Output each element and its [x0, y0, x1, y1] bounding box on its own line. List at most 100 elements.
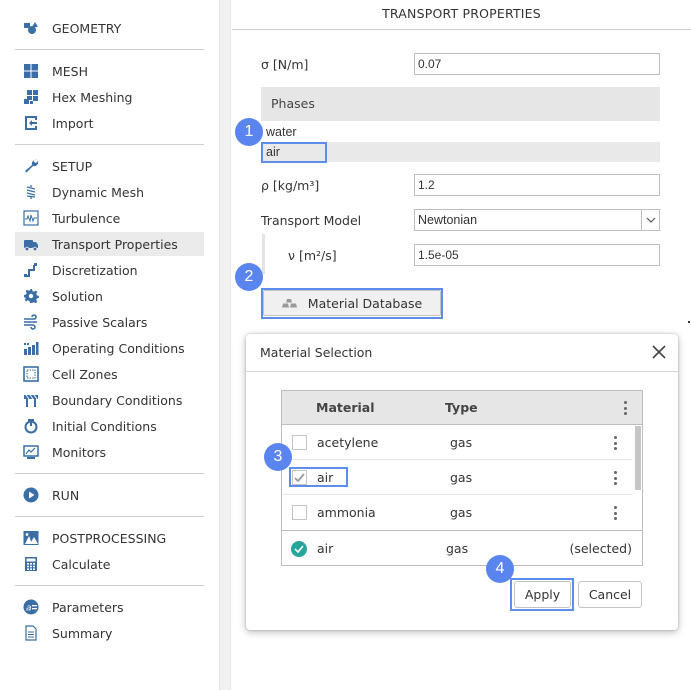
- sidebar-item-label: Transport Properties: [52, 236, 178, 252]
- sidebar-item-calculate[interactable]: Calculate: [15, 552, 204, 576]
- panel-splitter[interactable]: [219, 0, 231, 690]
- step-badge-3: 3: [264, 443, 292, 471]
- barrier-icon: [22, 392, 39, 409]
- gear-icon: [22, 288, 39, 305]
- cell-material: air: [317, 470, 334, 485]
- sidebar-divider: [15, 516, 204, 517]
- sidebar-item-cell-zones[interactable]: Cell Zones: [15, 362, 204, 386]
- svg-text:a: a: [26, 604, 32, 614]
- chevron-down-icon[interactable]: [641, 210, 659, 230]
- sidebar-item-boundary-conditions[interactable]: Boundary Conditions: [15, 388, 204, 412]
- sidebar-item-label: Boundary Conditions: [52, 392, 183, 408]
- column-menu-icon[interactable]: [623, 401, 627, 415]
- check-circle-icon: [291, 541, 307, 557]
- image-icon: [22, 530, 39, 547]
- rho-input[interactable]: 1.2: [414, 174, 660, 196]
- sidebar-divider: [15, 473, 204, 474]
- sidebar-item-label: SETUP: [52, 158, 93, 174]
- nu-input[interactable]: 1.5e-05: [414, 244, 660, 266]
- sidebar-item-label: Hex Meshing: [52, 89, 133, 105]
- sidebar-item-label: Parameters: [52, 599, 124, 615]
- column-header-material[interactable]: Material: [316, 400, 375, 415]
- truck-icon: [22, 236, 39, 253]
- cell-type: gas: [450, 505, 473, 520]
- transport-model-select[interactable]: Newtonian: [414, 209, 660, 231]
- mesh-icon: [22, 63, 39, 80]
- sidebar-divider: [15, 49, 204, 50]
- table-row[interactable]: acetylene gas: [282, 425, 634, 460]
- sidebar-item-label: Monitors: [52, 444, 107, 460]
- sidebar-item-label: Import: [52, 115, 94, 131]
- transport-model-value: Newtonian: [418, 213, 478, 227]
- dialog-header: Material Selection: [246, 334, 678, 372]
- cell-material: ammonia: [317, 505, 376, 520]
- sidebar-item-operating-conditions[interactable]: Operating Conditions: [15, 336, 204, 360]
- sidebar-item-initial-conditions[interactable]: Initial Conditions: [15, 414, 204, 438]
- cell-type: gas: [450, 470, 473, 485]
- sidebar-item-label: Dynamic Mesh: [52, 184, 145, 200]
- row-menu-icon[interactable]: [613, 506, 617, 520]
- sidebar-item-transport-properties[interactable]: Transport Properties: [15, 232, 204, 256]
- nu-label: ν [m²/s]: [288, 248, 337, 263]
- material-database-button[interactable]: Material Database: [263, 290, 441, 316]
- phase-item-air[interactable]: air: [261, 142, 660, 162]
- selected-type: gas: [446, 541, 469, 556]
- spring-icon: [22, 184, 39, 201]
- cell-zones-icon: [22, 366, 39, 383]
- wrench-icon: [22, 158, 39, 175]
- sidebar-item-label: Discretization: [52, 262, 138, 278]
- sidebar-item-dynamic-mesh[interactable]: Dynamic Mesh: [15, 180, 204, 204]
- play-icon: [22, 487, 39, 504]
- sidebar-item-geometry[interactable]: GEOMETRY: [15, 16, 204, 40]
- waveform-icon: [22, 210, 39, 227]
- step-badge-2: 2: [235, 263, 263, 291]
- sidebar-item-label: Operating Conditions: [52, 340, 185, 356]
- row-menu-icon[interactable]: [613, 436, 617, 450]
- sidebar-item-passive-scalars[interactable]: Passive Scalars: [15, 310, 204, 334]
- sidebar-item-label: POSTPROCESSING: [52, 530, 167, 546]
- phases-header: Phases: [261, 87, 660, 121]
- sidebar-item-monitors[interactable]: Monitors: [15, 440, 204, 464]
- sidebar-item-turbulence[interactable]: Turbulence: [15, 206, 204, 230]
- phase-item-water[interactable]: water: [261, 122, 660, 142]
- discretization-icon: [22, 262, 39, 279]
- bar-chart-icon: [22, 340, 39, 357]
- sidebar-item-discretization[interactable]: Discretization: [15, 258, 204, 282]
- table-row[interactable]: ammonia gas: [282, 495, 634, 530]
- selected-note: (selected): [569, 541, 632, 556]
- selected-material: air: [317, 541, 334, 556]
- row-checkbox[interactable]: [292, 435, 307, 450]
- row-menu-icon[interactable]: [613, 471, 617, 485]
- sidebar-item-label: GEOMETRY: [52, 20, 122, 36]
- apply-button[interactable]: Apply: [514, 581, 571, 608]
- sidebar-item-hex-meshing[interactable]: Hex Meshing: [15, 85, 204, 109]
- sidebar-item-summary[interactable]: Summary: [15, 621, 204, 645]
- sidebar-item-run[interactable]: RUN: [15, 483, 204, 507]
- material-database-label: Material Database: [307, 295, 423, 311]
- sidebar-item-label: MESH: [52, 63, 89, 79]
- sidebar-item-import[interactable]: Import: [15, 111, 204, 135]
- sidebar-item-setup[interactable]: SETUP: [15, 154, 204, 178]
- sidebar-item-postprocessing[interactable]: POSTPROCESSING: [15, 526, 204, 550]
- cancel-button[interactable]: Cancel: [578, 581, 642, 608]
- sidebar-item-solution[interactable]: Solution: [15, 284, 204, 308]
- sidebar-item-mesh[interactable]: MESH: [15, 59, 204, 83]
- parameters-icon: a: [22, 599, 39, 616]
- sidebar-item-label: Passive Scalars: [52, 314, 148, 330]
- step-badge-1: 1: [235, 118, 263, 146]
- row-checkbox[interactable]: [292, 505, 307, 520]
- sidebar-item-parameters[interactable]: a Parameters: [15, 595, 204, 619]
- dialog-title: Material Selection: [260, 345, 373, 360]
- column-header-type[interactable]: Type: [445, 400, 478, 415]
- sidebar-item-label: RUN: [52, 487, 80, 503]
- row-checkbox-checked[interactable]: [292, 470, 307, 485]
- sigma-input[interactable]: 0.07: [414, 53, 660, 75]
- stray-mark: [688, 321, 690, 323]
- scrollbar-thumb[interactable]: [635, 426, 641, 490]
- table-row[interactable]: air gas: [282, 460, 634, 495]
- rho-label: ρ [kg/m³]: [261, 178, 320, 193]
- checkmark-icon: [294, 473, 305, 483]
- indent-guide: [262, 234, 265, 274]
- gold-bars-icon: [281, 298, 298, 308]
- close-icon[interactable]: [650, 343, 668, 361]
